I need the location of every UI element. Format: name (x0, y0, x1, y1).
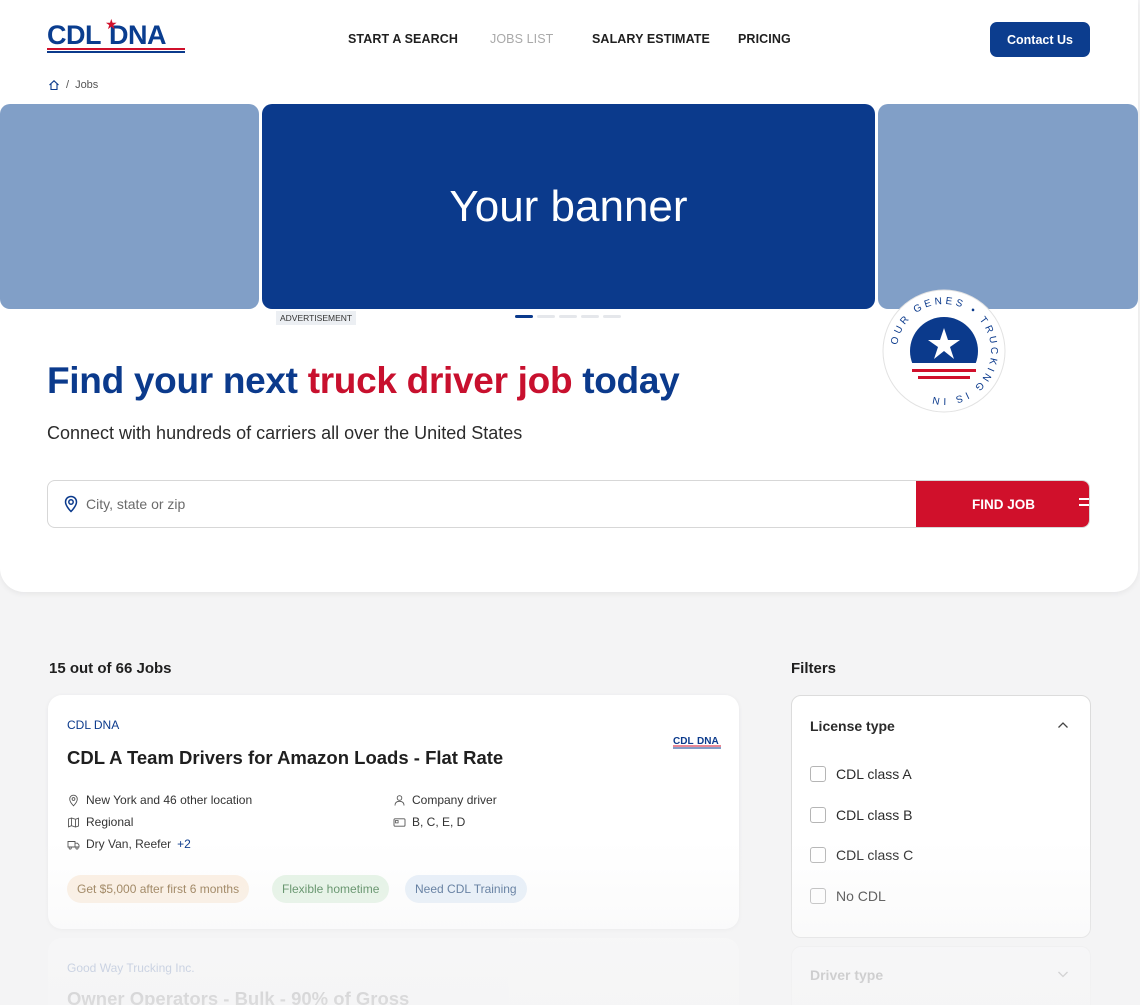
hero-title-part2: today (572, 360, 680, 401)
carousel-dots (515, 315, 621, 318)
map-icon (68, 817, 79, 827)
logo-stripes (47, 48, 185, 55)
truck-icon (67, 840, 80, 850)
job-license: B, C, E, D (393, 815, 465, 829)
carousel-dot[interactable] (515, 315, 533, 318)
checkbox[interactable] (810, 888, 826, 904)
hero-section: CDL DNA ★ START A SEARCH JOBS LIST SALARY… (0, 0, 1138, 592)
home-icon[interactable] (48, 79, 60, 91)
carousel-dot[interactable] (559, 315, 577, 318)
job-card[interactable]: CDL DNA CDL A Team Drivers for Amazon Lo… (48, 695, 739, 929)
banner-prev-slide[interactable] (0, 104, 259, 309)
driver-type-filter: Driver type (791, 946, 1091, 1005)
job-card[interactable]: Good Way Trucking Inc. Owner Operators -… (48, 938, 739, 1005)
job-driver-type-text: Company driver (412, 793, 497, 807)
license-option-no-cdl[interactable]: No CDL (810, 888, 886, 904)
license-option-cdl-a[interactable]: CDL class A (810, 766, 912, 782)
main-nav: START A SEARCH JOBS LIST SALARY ESTIMATE… (0, 32, 1138, 48)
hero-title-accent: truck driver job (307, 360, 573, 401)
job-license-text: B, C, E, D (412, 815, 466, 829)
nav-salary-estimate[interactable]: SALARY ESTIMATE (592, 32, 710, 46)
breadcrumb-current: Jobs (75, 79, 99, 91)
nav-start-a-search[interactable]: START A SEARCH (348, 32, 458, 46)
menu-icon (1079, 498, 1089, 510)
svg-text:CDL: CDL (673, 736, 694, 747)
license-card-icon (393, 817, 406, 827)
job-trailer-text: Dry Van, Reefer (86, 837, 172, 851)
contact-us-button[interactable]: Contact Us (990, 22, 1090, 57)
job-tag-bonus: Get $5,000 after first 6 months (67, 875, 250, 903)
job-title[interactable]: Owner Operators - Bulk - 90% of Gross (67, 988, 409, 1005)
job-trailer-more[interactable]: +2 (177, 837, 191, 851)
trucking-badge: OUR GENES • TRUCKING IS IN (882, 289, 1006, 413)
job-route: Regional (67, 815, 133, 829)
banner-text: Your banner (449, 181, 688, 231)
banner-next-slide[interactable] (878, 104, 1138, 309)
job-location-text: New York and 46 other location (86, 793, 253, 807)
option-label: CDL class B (836, 807, 913, 823)
job-route-text: Regional (86, 815, 134, 829)
license-type-filter: License type CDL class A CDL class B CDL… (791, 695, 1091, 938)
banner-main-slide[interactable]: Your banner (262, 104, 875, 309)
chevron-up-icon[interactable] (1056, 718, 1070, 732)
job-search-bar: FIND JOB (47, 480, 1090, 528)
carousel-dot[interactable] (537, 315, 555, 318)
hero-subtitle: Connect with hundreds of carriers all ov… (47, 423, 523, 443)
carousel-dot[interactable] (603, 315, 621, 318)
location-pin-icon (69, 794, 78, 806)
location-search-input[interactable] (86, 481, 906, 527)
job-title[interactable]: CDL A Team Drivers for Amazon Loads - Fl… (67, 747, 503, 769)
nav-jobs-list[interactable]: JOBS LIST (490, 32, 553, 46)
license-option-cdl-c[interactable]: CDL class C (810, 847, 913, 863)
job-tag-training: Need CDL Training (405, 875, 527, 903)
carousel-dot[interactable] (581, 315, 599, 318)
job-trailer: Dry Van, Reefer +2 (67, 837, 191, 851)
license-option-cdl-b[interactable]: CDL class B (810, 807, 913, 823)
nav-pricing[interactable]: PRICING (738, 32, 791, 46)
job-location: New York and 46 other location (67, 793, 252, 807)
job-tag-hometime: Flexible hometime (272, 875, 390, 903)
find-job-label: FIND JOB (972, 496, 1036, 512)
breadcrumb: / Jobs (48, 79, 98, 91)
company-logo: CDL DNA (673, 736, 721, 749)
hero-title-part1: Find your next (47, 360, 308, 401)
advertisement-label: ADVERTISEMENT (276, 311, 357, 325)
filters-title: Filters (791, 660, 837, 677)
find-job-button[interactable]: FIND JOB (916, 481, 1089, 527)
jobs-count: 15 out of 66 Jobs (49, 660, 172, 677)
option-label: CDL class A (836, 766, 912, 782)
driver-type-title[interactable]: Driver type (810, 967, 883, 983)
checkbox[interactable] (810, 847, 826, 863)
license-type-title[interactable]: License type (810, 718, 895, 734)
person-icon (394, 794, 405, 806)
checkbox[interactable] (810, 766, 826, 782)
svg-text:DNA: DNA (697, 736, 719, 747)
job-driver-type: Company driver (393, 793, 497, 807)
job-company[interactable]: CDL DNA (67, 718, 119, 732)
logo-star-icon: ★ (105, 16, 118, 32)
chevron-down-icon[interactable] (1056, 967, 1070, 981)
option-label: CDL class C (836, 847, 914, 863)
option-label: No CDL (836, 888, 886, 904)
breadcrumb-separator: / (66, 79, 70, 91)
hero-title: Find your next truck driver job today (47, 360, 680, 402)
job-company[interactable]: Good Way Trucking Inc. (67, 961, 195, 975)
checkbox[interactable] (810, 807, 826, 823)
location-pin-icon (64, 495, 78, 513)
